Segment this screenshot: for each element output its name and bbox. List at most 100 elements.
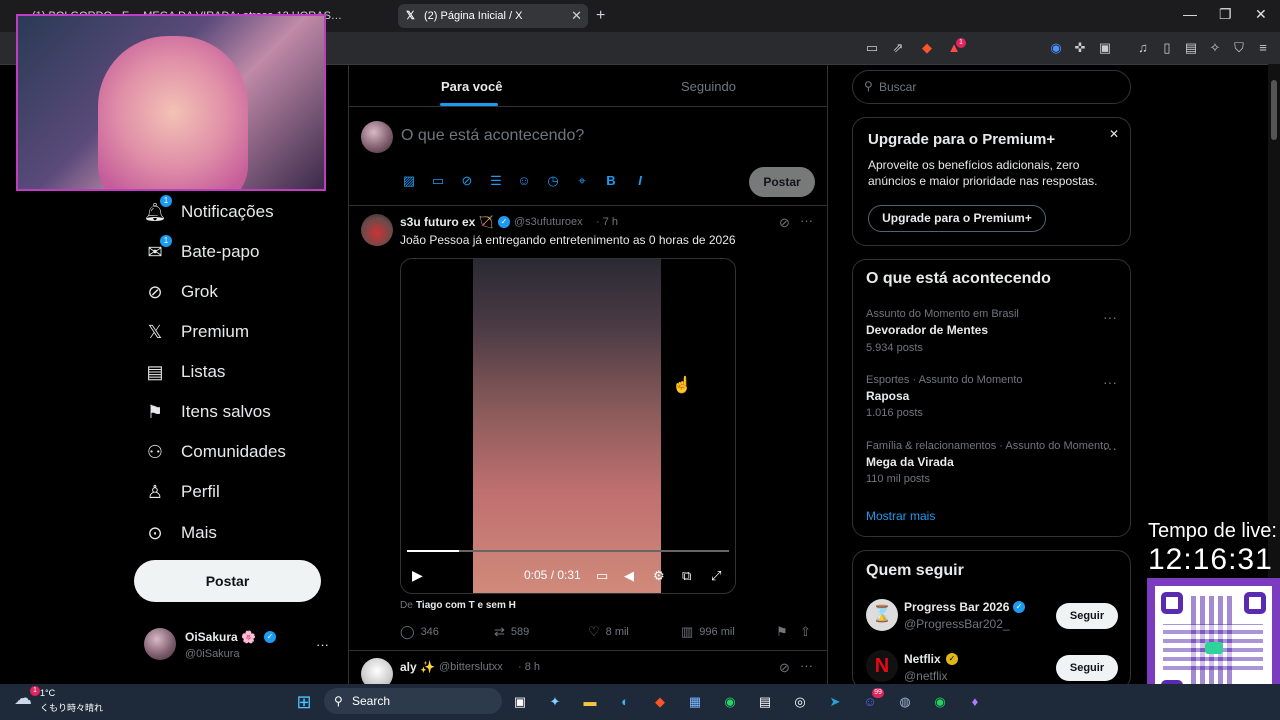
follow-button[interactable]: Seguir [1056, 603, 1118, 629]
search-input[interactable]: Buscar [852, 70, 1131, 104]
edge-icon[interactable]: ◐ [615, 692, 635, 712]
post-more-icon[interactable]: ··· [800, 658, 813, 673]
close-tab-icon[interactable]: ✕ [571, 4, 582, 28]
account-menu-button[interactable]: ··· [316, 637, 329, 652]
show-more-link[interactable]: Mostrar mais [866, 509, 935, 523]
trend-more-icon[interactable]: ··· [1103, 309, 1117, 325]
file-explorer-icon[interactable]: ▬ [580, 692, 600, 712]
leo-ai-icon[interactable]: ✧ [1207, 40, 1223, 56]
poll-icon[interactable]: ☰ [488, 173, 504, 189]
nav-item-notifications[interactable]: 🔔︎ 1 Notificações [144, 194, 274, 230]
audio-playing-icon[interactable]: ◉ [1048, 40, 1064, 56]
close-premium-icon[interactable]: ✕ [1109, 127, 1119, 141]
video-credit-name[interactable]: Tiago com T e sem H [416, 600, 516, 611]
follow-name[interactable]: Netflix [904, 652, 941, 666]
brave-icon[interactable]: ◆ [650, 692, 670, 712]
media-icon[interactable]: ▨ [401, 173, 417, 189]
nav-item-lists[interactable]: ▤ Listas [144, 354, 225, 390]
nav-item-bookmarks[interactable]: ⚑ Itens salvos [144, 394, 271, 430]
minimize-icon[interactable]: — [1183, 6, 1197, 22]
grok-post-icon[interactable]: ⊘ [779, 660, 790, 676]
trend-name[interactable]: Mega da Virada [866, 455, 954, 469]
sidebar-icon[interactable]: ▯ [1159, 40, 1175, 56]
premium-upgrade-button[interactable]: Upgrade para o Premium+ [868, 205, 1046, 232]
trend-more-icon[interactable]: ··· [1103, 440, 1117, 456]
new-tab-button[interactable]: + [596, 4, 605, 28]
trend-name[interactable]: Raposa [866, 389, 909, 403]
video-progress-track[interactable] [407, 550, 729, 552]
nav-item-more[interactable]: ⊙ Mais [144, 515, 216, 551]
capcut-icon[interactable]: ▤ [755, 692, 775, 712]
post-handle[interactable]: @s3ufuturoex [514, 216, 583, 228]
progress-bar-avatar[interactable]: ⌛ [866, 599, 898, 631]
post-more-icon[interactable]: ··· [800, 213, 813, 228]
account-avatar[interactable] [144, 628, 176, 660]
cast-icon[interactable]: ▭ [864, 40, 880, 56]
share-button[interactable]: ⇧ [800, 624, 817, 640]
whatsapp-icon[interactable]: ◉ [720, 692, 740, 712]
reply-button[interactable]: ◯ 346 [400, 624, 439, 640]
twitch-icon[interactable]: ♦ [965, 692, 985, 712]
nav-item-profile[interactable]: ♙ Perfil [144, 474, 220, 510]
views-button[interactable]: ▥ 996 mil [681, 624, 735, 640]
fullscreen-icon[interactable]: ⤢ [711, 568, 721, 584]
trend-name[interactable]: Devorador de Mentes [866, 323, 988, 337]
post-handle[interactable]: @bitterslutxx [439, 661, 503, 673]
vpn-icon[interactable]: ⛉ [1231, 40, 1247, 56]
maximize-icon[interactable]: ❐ [1219, 6, 1232, 23]
play-icon[interactable]: ▶ [412, 567, 423, 584]
media-icon[interactable]: ♫ [1135, 40, 1151, 56]
post-author[interactable]: s3u futuro ex 🏹 [400, 215, 494, 229]
tab-following[interactable]: Seguindo [681, 79, 736, 94]
share-icon[interactable]: ⇗ [890, 40, 906, 56]
task-view-icon[interactable]: ▣ [510, 692, 530, 712]
brave-shield-icon[interactable]: ◆ [919, 40, 935, 56]
compose-input[interactable]: O que está acontecendo? [401, 127, 584, 145]
post-avatar[interactable] [361, 214, 393, 246]
emoji-icon[interactable]: ☺ [516, 173, 532, 189]
netflix-avatar[interactable]: N [866, 650, 898, 682]
telegram-icon[interactable]: ➤ [825, 692, 845, 712]
repost-button[interactable]: ⇄ 589 [494, 624, 529, 640]
italic-icon[interactable]: I [632, 173, 648, 189]
nav-item-chat[interactable]: ✉ 1 Bate-papo [144, 234, 259, 270]
bold-icon[interactable]: B [603, 173, 619, 189]
follow-name[interactable]: Progress Bar 2026 [904, 600, 1009, 614]
post-time[interactable]: · 8 h [518, 661, 540, 673]
schedule-icon[interactable]: ◷ [545, 173, 561, 189]
grok-post-icon[interactable]: ⊘ [779, 215, 790, 231]
trend-more-icon[interactable]: ··· [1103, 374, 1117, 390]
grok-compose-icon[interactable]: ⊘ [459, 173, 475, 189]
wallet-icon[interactable]: ▤ [1183, 40, 1199, 56]
compose-post-button[interactable]: Postar [749, 167, 815, 197]
copilot-icon[interactable]: ✦ [545, 692, 565, 712]
captions-icon[interactable]: ▭ [596, 568, 608, 584]
spotify-icon[interactable]: ◉ [930, 692, 950, 712]
obs-icon[interactable]: ◎ [790, 692, 810, 712]
nav-item-grok[interactable]: ⊘ Grok [144, 274, 217, 310]
volume-icon[interactable]: ◀︎ [624, 568, 634, 584]
like-button[interactable]: ♡ 8 mil [588, 624, 629, 640]
post-button[interactable]: Postar [134, 560, 321, 602]
video-player[interactable] [400, 258, 736, 594]
menu-icon[interactable]: ≡ [1255, 40, 1271, 56]
post-time[interactable]: · 7 h [596, 216, 618, 228]
post-author[interactable]: aly ✨ [400, 660, 435, 674]
picture-in-picture-icon[interactable]: ⧉ [682, 568, 691, 584]
bookmark-button[interactable]: ⚑ [776, 624, 794, 640]
screenshot-icon[interactable]: ▣ [1097, 40, 1113, 56]
gif-icon[interactable]: ▭ [430, 173, 446, 189]
browser-tab-x-home[interactable]: 𝕏 (2) Página Inicial / X ✕ [398, 4, 588, 28]
settings-icon[interactable]: ⚙ [653, 568, 665, 584]
store-icon[interactable]: ▦ [685, 692, 705, 712]
close-window-icon[interactable]: ✕ [1255, 6, 1267, 23]
nav-item-premium[interactable]: 𝕏 Premium [144, 314, 249, 350]
tab-for-you[interactable]: Para você [441, 79, 502, 94]
extensions-icon[interactable]: ✜ [1072, 40, 1088, 56]
follow-button[interactable]: Seguir [1056, 655, 1118, 681]
taskbar-search[interactable]: ⚲ Search [324, 688, 502, 714]
start-icon[interactable]: ⊞ [294, 692, 314, 712]
nav-item-communities[interactable]: ⚇ Comunidades [144, 434, 286, 470]
steam-icon[interactable]: ◍ [895, 692, 915, 712]
location-icon[interactable]: ⌖ [574, 173, 590, 189]
